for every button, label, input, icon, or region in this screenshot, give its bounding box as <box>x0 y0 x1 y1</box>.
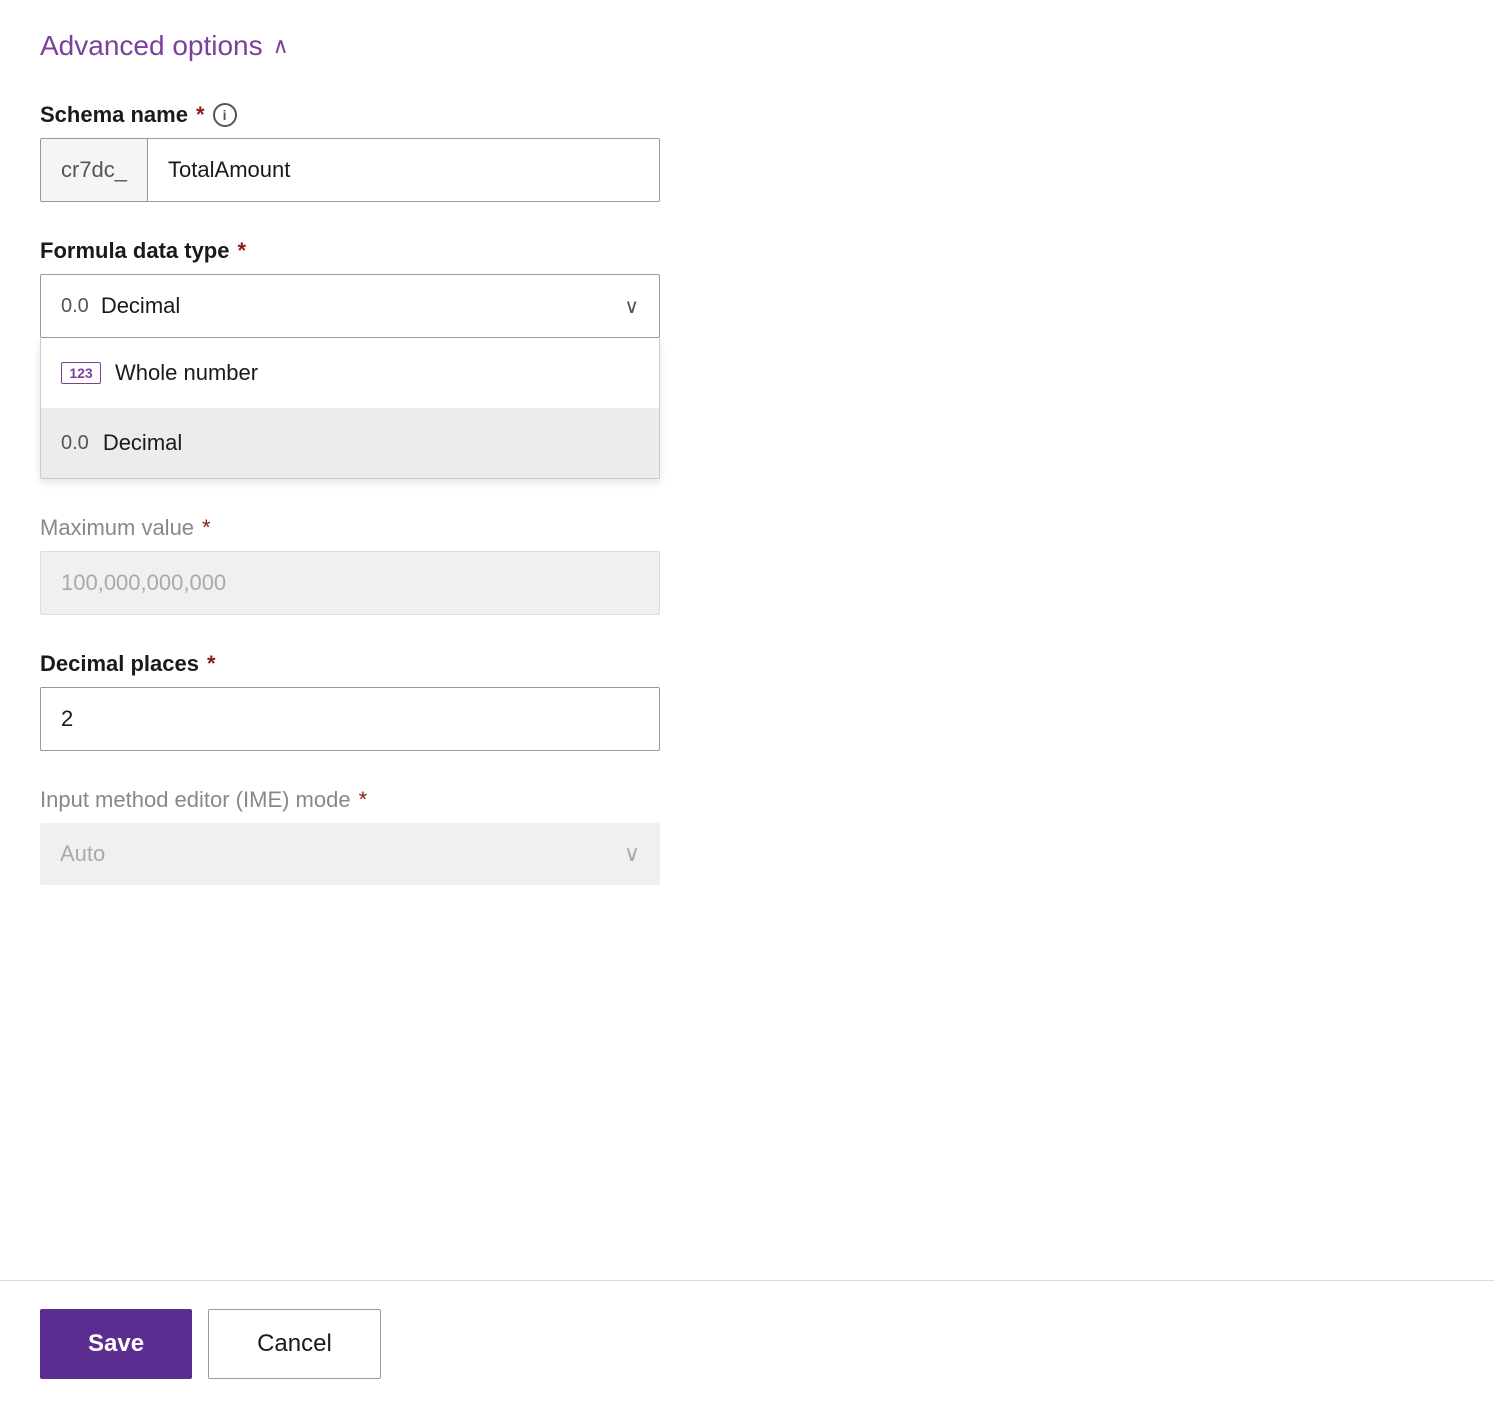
maximum-value-input[interactable] <box>40 551 660 615</box>
cancel-button[interactable]: Cancel <box>208 1309 381 1379</box>
ime-mode-value: Auto <box>60 841 105 867</box>
ime-mode-label: Input method editor (IME) mode * <box>40 787 660 813</box>
decimal-label: Decimal <box>103 430 182 456</box>
form-section: Schema name * i cr7dc_ Formula data type… <box>40 102 660 885</box>
schema-name-prefix: cr7dc_ <box>41 139 148 201</box>
maximum-value-label: Maximum value * <box>40 515 660 541</box>
schema-name-group: Schema name * i cr7dc_ <box>40 102 660 202</box>
formula-data-type-menu: 123 Whole number 0.0 Decimal <box>40 338 660 479</box>
maximum-value-required: * <box>202 515 211 541</box>
footer: Save Cancel <box>0 1280 1494 1407</box>
formula-data-type-dropdown[interactable]: 0.0 Decimal ∨ <box>40 274 660 338</box>
ime-mode-group: Input method editor (IME) mode * Auto ∨ <box>40 787 660 885</box>
advanced-options-label: Advanced options <box>40 30 263 62</box>
ime-mode-required: * <box>359 787 368 813</box>
advanced-options-chevron-icon: ∧ <box>273 33 289 59</box>
schema-name-required: * <box>196 102 205 128</box>
advanced-options-toggle[interactable]: Advanced options ∧ <box>40 30 1454 62</box>
maximum-value-group: Maximum value * <box>40 515 660 615</box>
ime-mode-chevron-icon: ∨ <box>624 841 640 867</box>
whole-number-label: Whole number <box>115 360 258 386</box>
schema-name-label: Schema name * i <box>40 102 660 128</box>
decimal-selected-icon: 0.0 <box>61 295 89 318</box>
formula-data-type-chevron-icon: ∨ <box>624 294 639 319</box>
formula-data-type-required: * <box>237 238 246 264</box>
formula-data-type-label: Formula data type * <box>40 238 660 264</box>
dropdown-item-decimal[interactable]: 0.0 Decimal <box>41 408 659 478</box>
schema-name-input-row: cr7dc_ <box>40 138 660 202</box>
decimal-places-label: Decimal places * <box>40 651 660 677</box>
decimal-places-required: * <box>207 651 216 677</box>
dropdown-selected-left: 0.0 Decimal <box>61 293 180 319</box>
decimal-places-group: Decimal places * <box>40 651 660 751</box>
dropdown-selected-value: Decimal <box>101 293 180 319</box>
schema-name-input[interactable] <box>148 139 659 201</box>
formula-data-type-group: Formula data type * 0.0 Decimal ∨ 123 Wh… <box>40 238 660 479</box>
save-button[interactable]: Save <box>40 1309 192 1379</box>
decimal-option-icon: 0.0 <box>61 432 89 455</box>
dropdown-item-whole-number[interactable]: 123 Whole number <box>41 338 659 408</box>
decimal-places-input[interactable] <box>40 687 660 751</box>
schema-name-info-icon[interactable]: i <box>213 103 237 127</box>
ime-mode-dropdown[interactable]: Auto ∨ <box>40 823 660 885</box>
whole-number-icon: 123 <box>61 362 101 384</box>
